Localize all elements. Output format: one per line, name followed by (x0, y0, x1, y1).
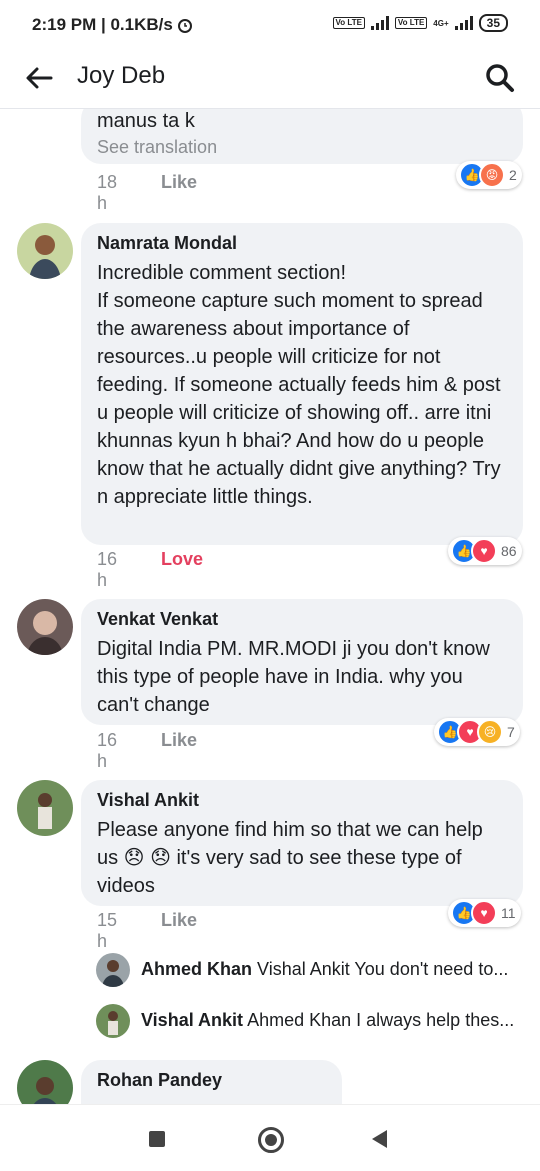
comment-bubble: manus ta k See translation (81, 109, 523, 164)
home-button[interactable] (258, 1127, 284, 1153)
alarm-icon (177, 19, 192, 33)
comment-body: Incredible comment section! If someone c… (97, 262, 501, 508)
reply-text: Ahmed Khan Vishal Ankit You don't need t… (141, 959, 516, 980)
recents-button[interactable] (149, 1131, 165, 1147)
like-button[interactable]: Like (161, 730, 197, 751)
reply-author[interactable]: Vishal Ankit (141, 1010, 243, 1030)
avatar[interactable] (96, 953, 130, 987)
reply-body: Ahmed Khan I always help thes... (247, 1010, 515, 1030)
like-button[interactable]: Like (161, 172, 197, 193)
sad-reaction-icon: 😢 (477, 719, 503, 745)
signal-icon-2 (454, 16, 473, 30)
reaction-summary[interactable]: 👍 😡 2 (456, 161, 522, 189)
reaction-count: 7 (507, 724, 515, 740)
love-button[interactable]: Love (161, 549, 203, 570)
reaction-count: 2 (509, 167, 517, 183)
comment-body: Digital India PM. MR.MODI ji you don't k… (97, 638, 490, 716)
reaction-summary[interactable]: 👍 ♥ 86 (448, 537, 522, 565)
reply-item[interactable]: Ahmed Khan Vishal Ankit You don't need t… (96, 953, 526, 989)
comment-feed[interactable]: manus ta k See translation 👍 😡 2 18 h Li… (0, 109, 540, 1104)
comment-bubble: Venkat Venkat Digital India PM. MR.MODI … (81, 599, 523, 725)
comment-author[interactable]: Venkat Venkat (97, 609, 218, 630)
reaction-count: 86 (501, 543, 517, 559)
status-bar: 2:19 PM | 0.1KB/s Vo LTE Vo LTE 4G+ 35 (0, 0, 540, 50)
search-icon[interactable] (484, 62, 516, 94)
battery-icon: 35 (478, 14, 508, 32)
avatar[interactable] (17, 780, 73, 836)
lte-badge-2: Vo LTE (394, 17, 428, 29)
time-speed: 2:19 PM | 0.1KB/s (32, 15, 173, 34)
comment-time: 16 h (97, 549, 118, 590)
comment-time: 18 h (97, 172, 118, 213)
reply-item[interactable]: Vishal Ankit Ahmed Khan I always help th… (96, 1004, 526, 1040)
app-header: Joy Deb (0, 50, 540, 109)
comment-time: 16 h (97, 730, 118, 771)
back-arrow-icon[interactable] (24, 64, 54, 92)
page-title: Joy Deb (77, 62, 166, 89)
reaction-summary[interactable]: 👍 ♥ 11 (448, 899, 521, 927)
love-reaction-icon: ♥ (471, 538, 497, 564)
comment-body: manus ta k (97, 110, 195, 132)
comment-author[interactable]: Vishal Ankit (97, 790, 199, 811)
comment-body: Please anyone find him so that we can he… (97, 819, 483, 897)
comment-time: 15 h (97, 910, 118, 951)
comment-author[interactable]: Namrata Mondal (97, 233, 237, 254)
comment-bubble: Rohan Pandey (81, 1060, 342, 1104)
see-translation-link[interactable]: See translation (97, 137, 217, 158)
comment-bubble: Namrata Mondal Incredible comment sectio… (81, 223, 523, 545)
reaction-count: 11 (501, 905, 516, 921)
avatar[interactable] (17, 1060, 73, 1104)
like-button[interactable]: Like (161, 910, 197, 931)
reply-author[interactable]: Ahmed Khan (141, 959, 252, 979)
avatar[interactable] (96, 1004, 130, 1038)
reply-body: Vishal Ankit You don't need to... (257, 959, 509, 979)
lte-badge-1: Vo LTE (332, 17, 365, 29)
angry-reaction-icon: 😡 (479, 162, 505, 188)
back-button[interactable] (372, 1130, 387, 1148)
avatar[interactable] (17, 599, 73, 655)
status-left: 2:19 PM | 0.1KB/s (32, 15, 193, 35)
comment-bubble: Vishal Ankit Please anyone find him so t… (81, 780, 523, 906)
reply-text: Vishal Ankit Ahmed Khan I always help th… (141, 1010, 516, 1031)
network-type: 4G+ (433, 18, 449, 28)
system-nav-bar (0, 1104, 540, 1171)
comment-author[interactable]: Rohan Pandey (97, 1070, 222, 1091)
signal-icon-1 (370, 16, 389, 30)
reaction-summary[interactable]: 👍 ♥ 😢 7 (434, 718, 520, 746)
love-reaction-icon: ♥ (471, 900, 497, 926)
avatar[interactable] (17, 223, 73, 279)
status-right: Vo LTE Vo LTE 4G+ 35 (332, 14, 508, 32)
